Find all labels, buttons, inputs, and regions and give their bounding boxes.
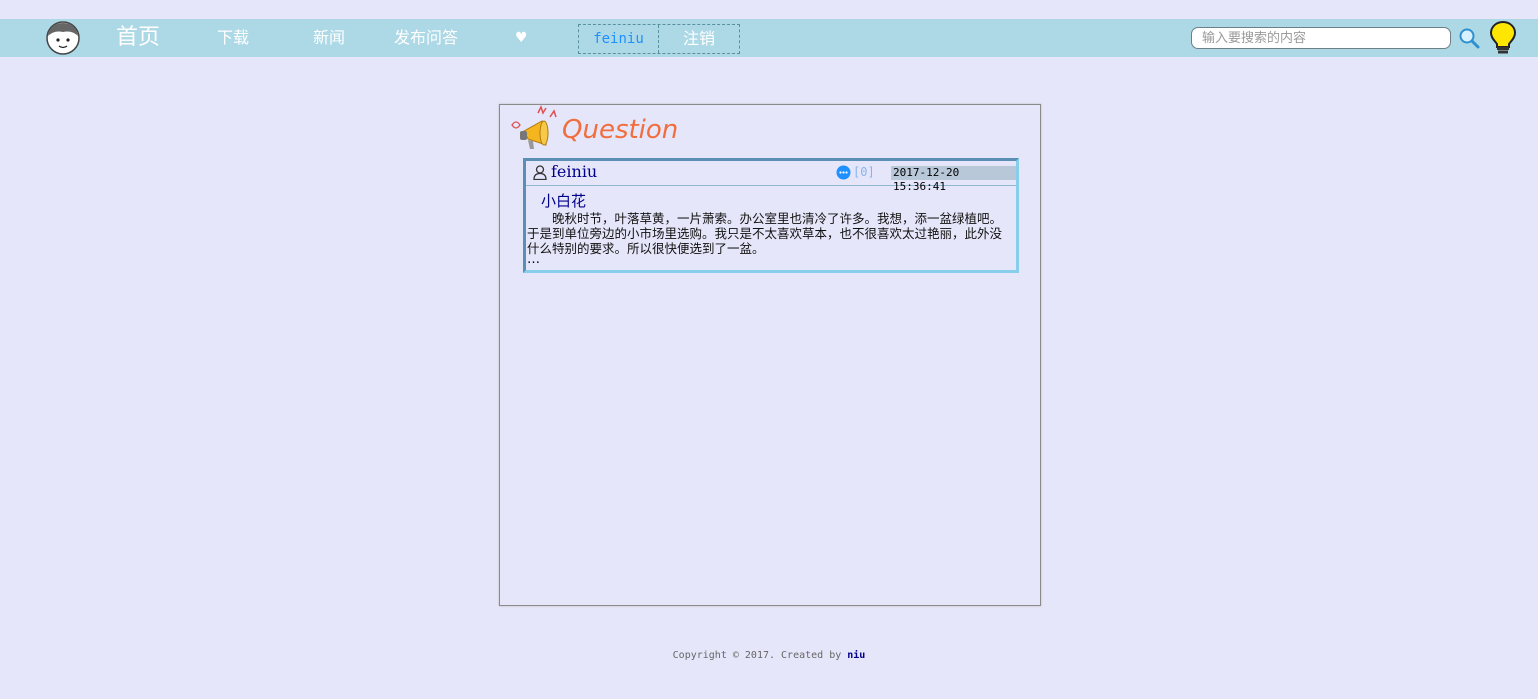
question-author[interactable]: feiniu — [551, 162, 597, 181]
footer: Copyright © 2017. Created by niu — [0, 650, 1538, 661]
search-input[interactable] — [1191, 27, 1451, 49]
user-icon — [533, 165, 547, 180]
question-panel: Question feiniu [0] 2017-12-20 15:36:41 … — [499, 104, 1041, 606]
heart-icon[interactable]: ♥ — [515, 19, 528, 57]
footer-author: niu — [847, 650, 866, 661]
megaphone-icon — [511, 105, 557, 149]
search-icon[interactable] — [1458, 27, 1480, 49]
question-body: 晚秋时节，叶落草黄，一片萧索。办公室里也清冷了许多。我想，添一盆绿植吧。于是到单… — [527, 211, 1003, 256]
comment-count: [0] — [853, 165, 875, 179]
question-ellipsis: … — [527, 252, 540, 267]
logout-link[interactable]: 注销 — [659, 25, 739, 53]
username-link[interactable]: feiniu — [579, 25, 659, 53]
top-navigation-bar: 首页 下载 新闻 发布问答 ♥ feiniu 注销 — [0, 19, 1538, 57]
question-title[interactable]: 小白花 — [541, 190, 586, 211]
question-date: 2017-12-20 15:36:41 — [891, 166, 1016, 193]
nav-ask-link[interactable]: 发布问答 — [394, 19, 458, 57]
question-card[interactable]: feiniu [0] 2017-12-20 15:36:41 小白花 晚秋时节，… — [523, 158, 1019, 273]
footer-copyright: Copyright © 2017. Created by — [672, 650, 842, 661]
nav-download-link[interactable]: 下载 — [217, 19, 249, 57]
question-card-header: feiniu [0] 2017-12-20 15:36:41 — [526, 161, 1016, 193]
comment-icon[interactable] — [836, 165, 851, 180]
nav-news-link[interactable]: 新闻 — [313, 19, 345, 57]
user-menu: feiniu 注销 — [578, 24, 740, 54]
lightbulb-icon[interactable] — [1489, 21, 1517, 55]
avatar-icon[interactable] — [46, 21, 80, 55]
nav-home-link[interactable]: 首页 — [116, 19, 160, 57]
panel-title: Question — [562, 115, 679, 145]
